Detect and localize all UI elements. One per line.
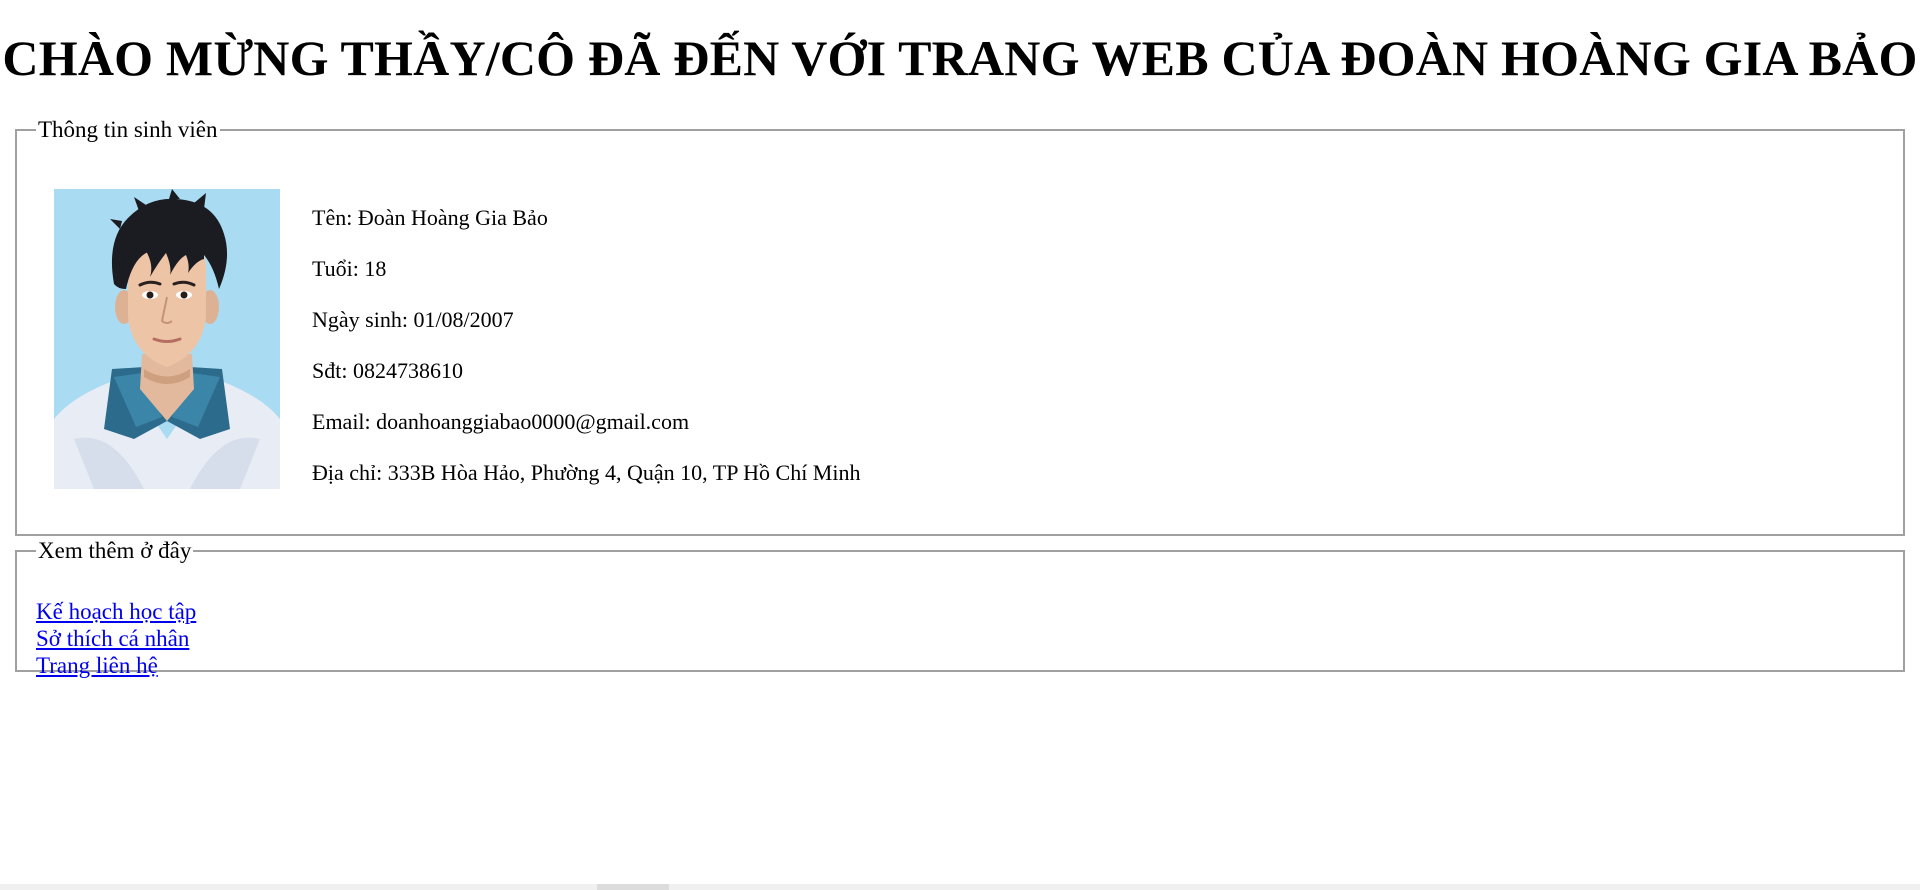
student-info-legend: Thông tin sinh viên [38, 117, 218, 142]
student-name: Tên: Đoàn Hoàng Gia Bảo [312, 205, 548, 230]
link-contact-page[interactable]: Trang liên hệ [36, 652, 196, 679]
more-links-fieldset: Xem thêm ở đây Kế hoạch học tập Sở thích… [15, 538, 1905, 678]
student-email: Email: doanhoanggiabao0000@gmail.com [312, 409, 690, 434]
student-address: Địa chỉ: 333B Hòa Hảo, Phường 4, Quận 10… [312, 460, 861, 485]
link-study-plan[interactable]: Kế hoạch học tập [36, 598, 196, 625]
link-hobbies[interactable]: Sở thích cá nhân [36, 625, 196, 652]
horizontal-scrollbar[interactable] [0, 884, 1920, 890]
horizontal-scrollbar-thumb[interactable] [597, 884, 669, 890]
page-title: CHÀO MỪNG THẦY/CÔ ĐÃ ĐẾN VỚI TRANG WEB C… [2, 30, 1918, 86]
student-phone: Sđt: 0824738610 [312, 358, 463, 383]
student-photo [54, 189, 280, 489]
more-links-legend: Xem thêm ở đây [38, 538, 192, 563]
more-links-list: Kế hoạch học tập Sở thích cá nhân Trang … [36, 598, 196, 679]
student-age: Tuổi: 18 [312, 256, 387, 281]
student-birthday: Ngày sinh: 01/08/2007 [312, 307, 514, 332]
student-info-fieldset: Thông tin sinh viên Tên: Đoàn Hoàng Gia … [15, 117, 1905, 536]
student-info-list: Tên: Đoàn Hoàng Gia Bảo Tuổi: 18 Ngày si… [312, 205, 861, 511]
